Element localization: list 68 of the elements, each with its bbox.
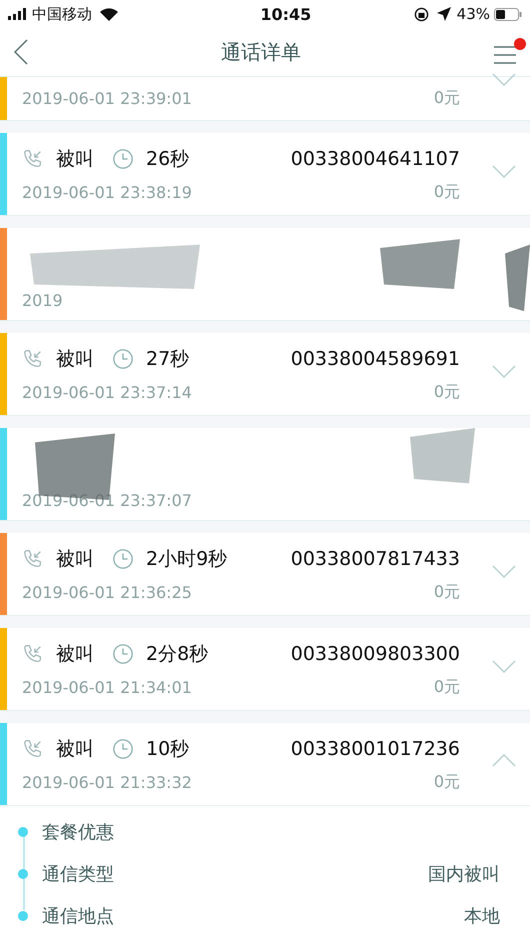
timeline-dot bbox=[18, 869, 28, 879]
expand-toggle[interactable] bbox=[492, 660, 516, 674]
call-direction: 被叫 bbox=[56, 642, 95, 666]
incoming-call-icon bbox=[22, 148, 44, 170]
detail-value: 国内被叫 bbox=[428, 863, 500, 886]
clock-icon bbox=[112, 348, 134, 370]
page-title: 通话详单 bbox=[220, 38, 302, 66]
chevron-down-icon bbox=[492, 365, 516, 379]
call-direction: 被叫 bbox=[56, 546, 95, 572]
signal-icon bbox=[8, 8, 28, 20]
battery-percent: 43% bbox=[456, 5, 490, 24]
call-datetime: 2019-06-01 21:33:32 bbox=[22, 772, 192, 792]
clock-icon bbox=[112, 642, 134, 664]
wifi-icon bbox=[100, 8, 118, 21]
timeline-dot bbox=[18, 911, 28, 921]
call-datetime: 2019 bbox=[22, 291, 63, 310]
call-direction: 被叫 bbox=[56, 146, 95, 172]
call-duration: 2小时9秒 bbox=[146, 546, 228, 572]
clock-icon bbox=[112, 148, 134, 170]
call-duration: 27秒 bbox=[146, 346, 190, 372]
rotation-lock-icon bbox=[414, 6, 429, 22]
back-button[interactable] bbox=[14, 39, 28, 66]
call-datetime: 2019-06-01 23:39:01 bbox=[22, 89, 192, 108]
call-fee: 0元 bbox=[434, 182, 460, 202]
location-arrow-icon bbox=[436, 7, 451, 22]
clock-icon bbox=[112, 738, 134, 760]
detail-value: 本地 bbox=[464, 905, 500, 928]
detail-label: 通信类型 bbox=[42, 863, 114, 886]
call-duration: 10秒 bbox=[146, 736, 190, 762]
call-fee: 0元 bbox=[434, 772, 460, 792]
call-datetime: 2019-06-01 21:36:25 bbox=[22, 582, 192, 602]
incoming-call-icon bbox=[22, 548, 44, 570]
call-datetime: 2019-06-01 23:38:19 bbox=[22, 182, 192, 202]
expand-toggle[interactable] bbox=[492, 73, 516, 87]
phone-number: 00338004641107 bbox=[290, 148, 460, 170]
call-datetime: 2019-06-01 23:37:14 bbox=[22, 382, 192, 402]
incoming-call-icon bbox=[22, 738, 44, 760]
call-duration: 2分8秒 bbox=[146, 642, 208, 666]
expand-toggle[interactable] bbox=[492, 165, 516, 179]
clock-time: 10:45 bbox=[259, 4, 312, 24]
timeline-dot bbox=[18, 827, 28, 837]
expand-toggle[interactable] bbox=[492, 753, 516, 767]
chevron-down-icon bbox=[492, 565, 516, 579]
call-direction: 被叫 bbox=[56, 736, 95, 762]
call-datetime: 2019-06-01 21:34:01 bbox=[22, 678, 192, 696]
detail-label: 通信地点 bbox=[42, 905, 114, 928]
incoming-call-icon bbox=[22, 642, 44, 664]
phone-number: 00338009803300 bbox=[290, 642, 460, 664]
phone-number: 00338004589691 bbox=[290, 348, 460, 370]
expand-toggle[interactable] bbox=[492, 565, 516, 579]
call-direction: 被叫 bbox=[56, 346, 95, 372]
clock-icon bbox=[112, 548, 134, 570]
phone-number: 00338001017236 bbox=[290, 738, 460, 760]
call-fee: 0元 bbox=[434, 676, 460, 698]
call-fee: 0元 bbox=[434, 582, 460, 602]
chevron-down-icon bbox=[492, 165, 516, 179]
call-fee: 0元 bbox=[434, 88, 460, 109]
call-fee: 0元 bbox=[434, 382, 460, 402]
chevron-up-icon bbox=[492, 753, 516, 767]
battery-icon bbox=[494, 8, 522, 21]
carrier-name: 中国移动 bbox=[32, 4, 92, 24]
incoming-call-icon bbox=[22, 348, 44, 370]
chevron-down-icon bbox=[492, 73, 516, 87]
expand-toggle[interactable] bbox=[492, 365, 516, 379]
detail-label: 套餐优惠 bbox=[42, 821, 114, 844]
phone-number: 00338007817433 bbox=[290, 548, 460, 570]
chevron-down-icon bbox=[492, 660, 516, 674]
call-duration: 26秒 bbox=[146, 146, 190, 172]
